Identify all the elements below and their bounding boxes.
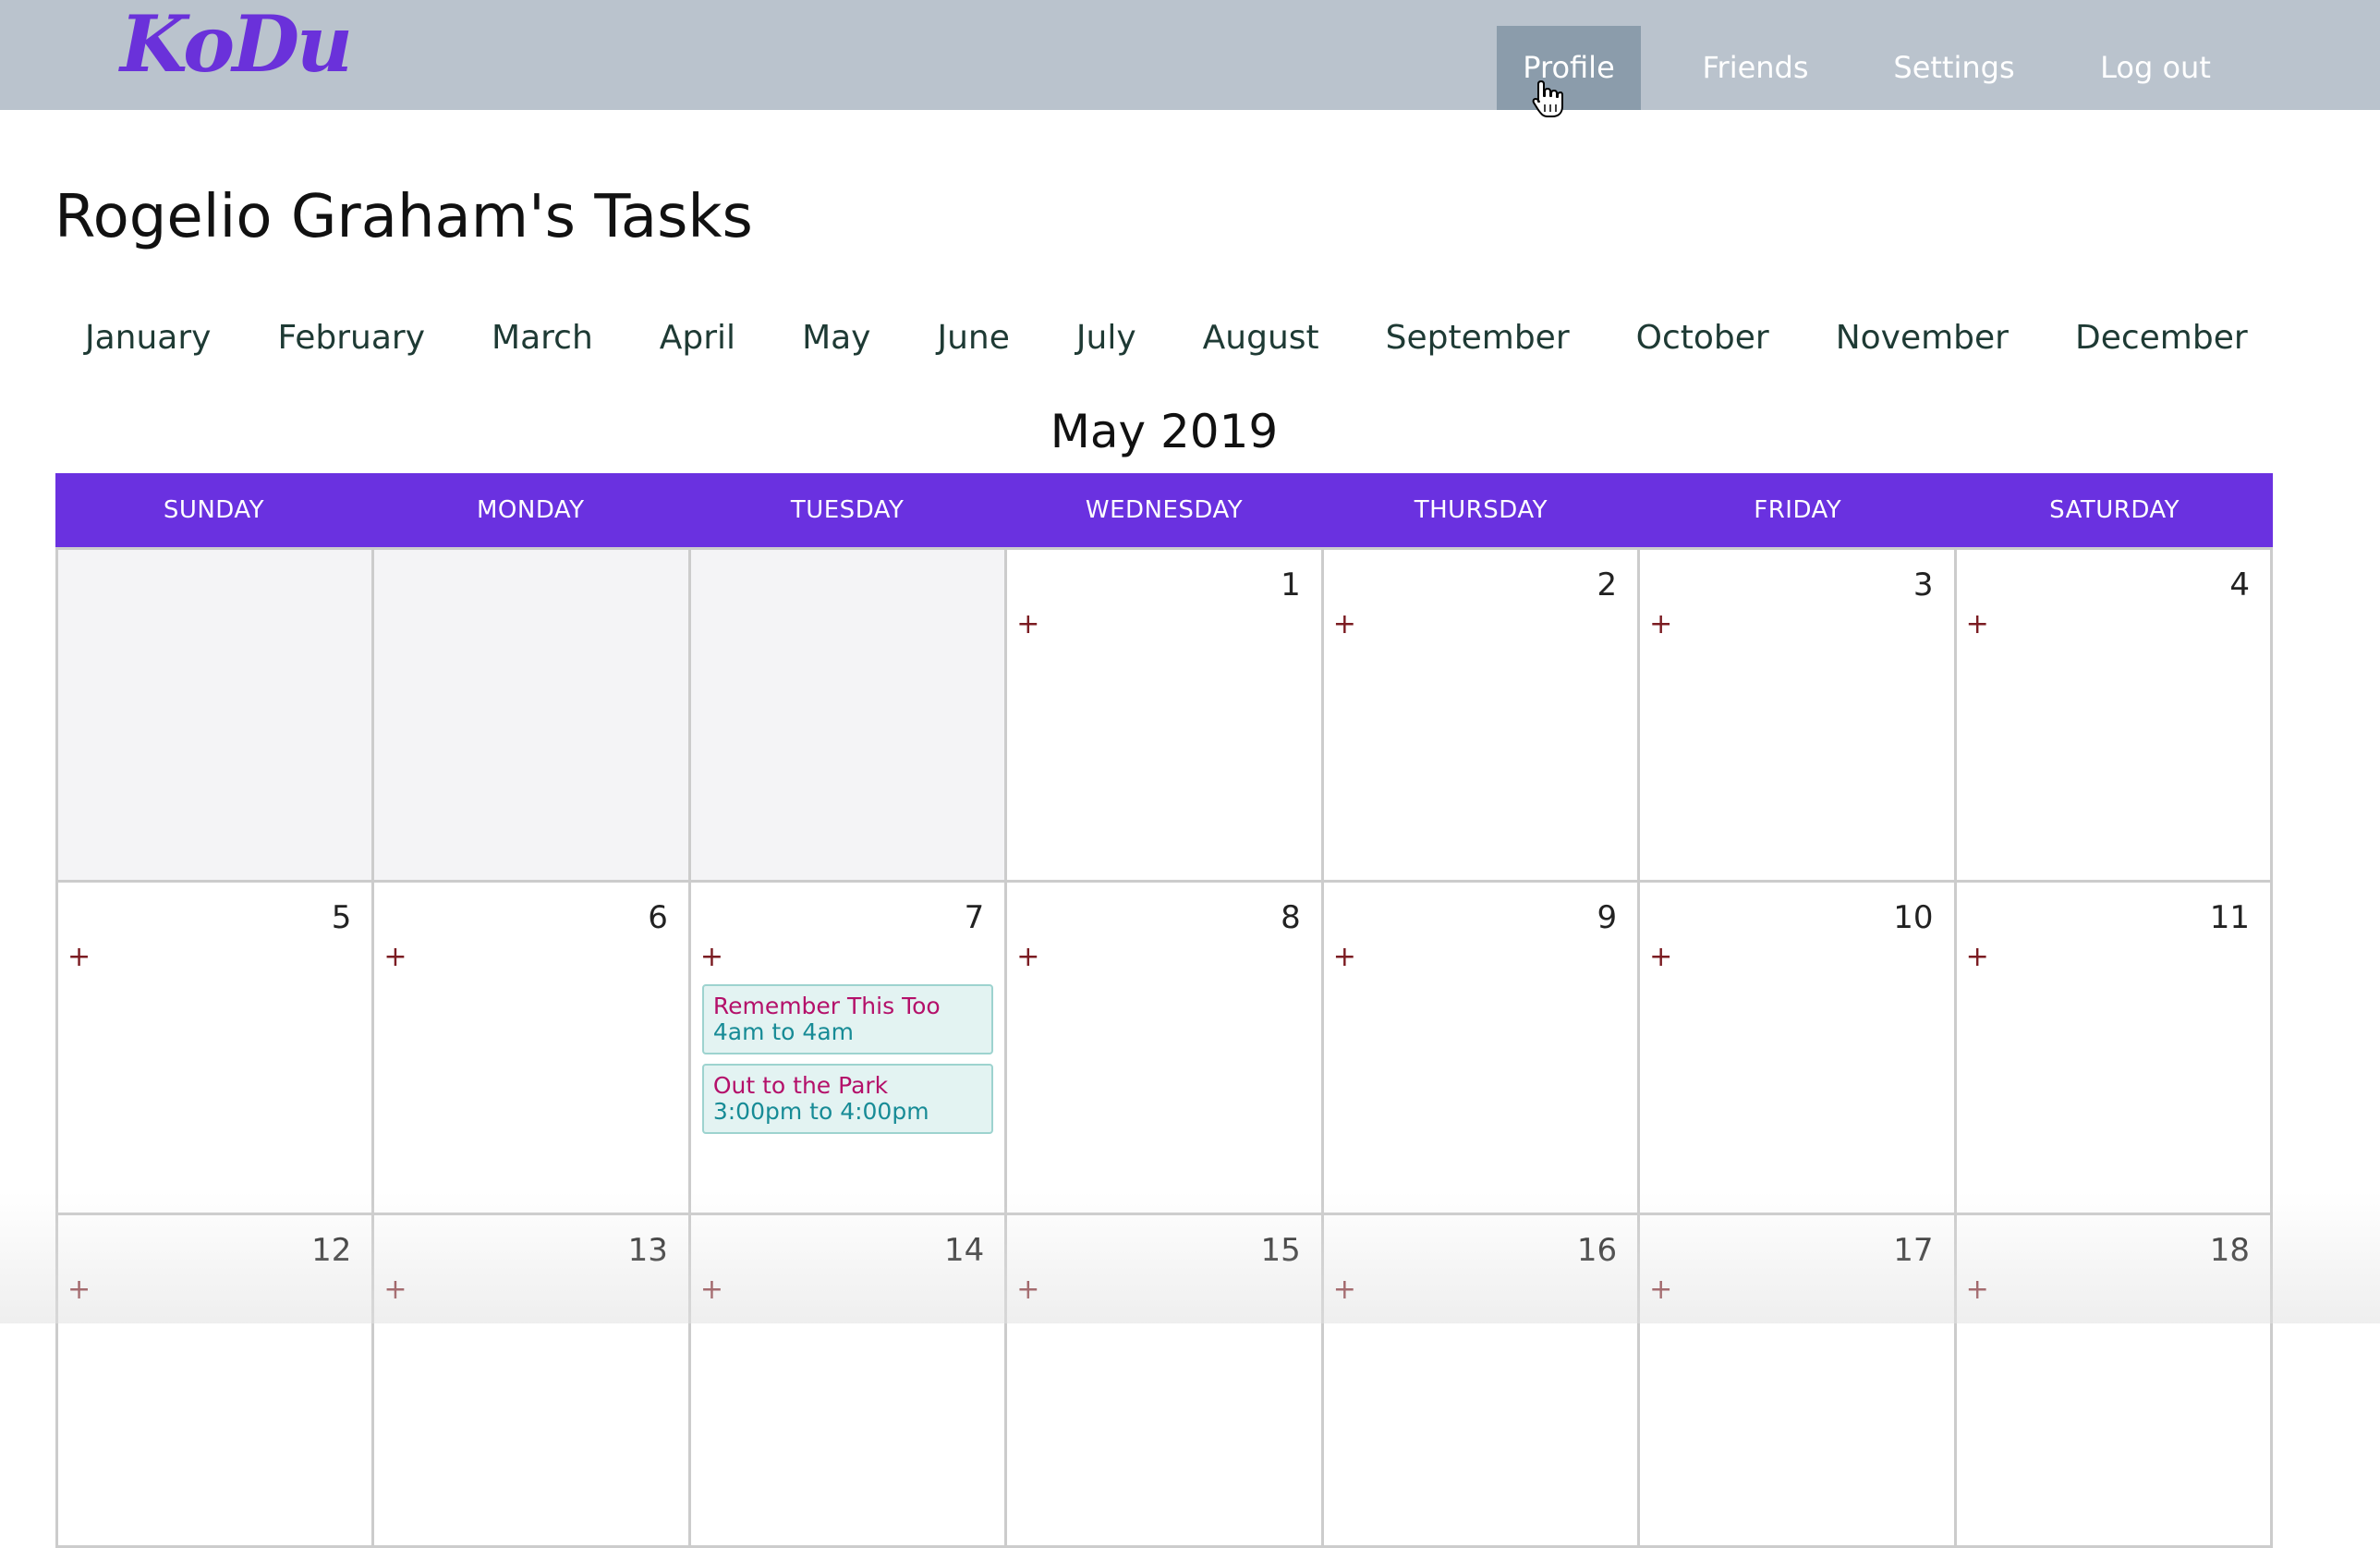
add-task-button[interactable]: + [1966,611,1989,639]
current-month-heading: May 2019 [1050,405,1279,458]
day-cell-12: 12 + [58,1215,375,1548]
day-number: 17 [1893,1232,1934,1269]
weekday-thursday: THURSDAY [1414,496,1548,524]
month-nav: January February March April May June Ju… [85,312,2248,364]
calendar: SUNDAY MONDAY TUESDAY WEDNESDAY THURSDAY… [55,473,2273,1548]
add-task-button[interactable]: + [700,1276,723,1304]
month-link-april[interactable]: April [660,312,735,364]
add-task-button[interactable]: + [700,944,723,971]
add-task-button[interactable]: + [1966,944,1989,971]
day-number: 9 [1597,899,1618,936]
nav-profile[interactable]: Profile [1497,26,1641,110]
hand-cursor-icon [1532,80,1563,117]
day-cell-16: 16 + [1323,1215,1641,1548]
add-task-button[interactable]: + [1966,1276,1989,1304]
day-number: 1 [1281,567,1301,603]
task-title: Remember This Too [712,993,941,1019]
month-link-november[interactable]: November [1836,312,2009,364]
day-cell-10: 10 + [1640,883,1957,1215]
day-number: 8 [1281,899,1301,936]
day-cell-17: 17 + [1640,1215,1957,1548]
weekday-saturday: SATURDAY [2049,496,2180,524]
day-cell-13: 13 + [374,1215,691,1548]
day-cell-3: 3 + [1640,550,1957,883]
task-card[interactable]: Remember This Too 4am to 4am [701,984,994,1054]
page-title: Rogelio Graham's Tasks [55,183,753,251]
day-number: 13 [627,1232,668,1269]
nav-settings[interactable]: Settings [1885,26,2023,110]
month-link-june[interactable]: June [938,312,1010,364]
day-number: 2 [1597,567,1618,603]
day-cell-7: 7 + Remember This Too 4am to 4am Out to the … [690,883,1008,1215]
empty-day-cell [690,550,1008,883]
day-number: 10 [1893,899,1934,936]
day-number: 4 [2229,567,2250,603]
day-number: 18 [2209,1232,2250,1269]
add-task-button[interactable]: + [383,1276,407,1304]
task-time: 4am to 4am [712,1018,854,1045]
day-number: 7 [964,899,985,936]
day-number: 14 [944,1232,985,1269]
task-title: Out to the Park [712,1072,889,1099]
day-number: 16 [1576,1232,1618,1269]
empty-day-cell [58,550,375,883]
add-task-button[interactable]: + [383,944,407,971]
day-cell-18: 18 + [1956,1215,2273,1548]
weekday-header: SUNDAY MONDAY TUESDAY WEDNESDAY THURSDAY… [55,473,2273,547]
nav-friends[interactable]: Friends [1682,26,1829,110]
add-task-button[interactable]: + [1649,944,1672,971]
day-cell-1: 1 + [1007,550,1324,883]
add-task-button[interactable]: + [1333,944,1356,971]
weekday-monday: MONDAY [476,496,585,524]
weekday-sunday: SUNDAY [163,496,265,524]
month-link-february[interactable]: February [277,312,425,364]
month-link-may[interactable]: May [802,312,870,364]
task-list: Remember This Too 4am to 4am Out to the Pa… [701,984,994,1143]
month-link-september[interactable]: September [1386,312,1570,364]
day-cell-8: 8 + [1007,883,1324,1215]
add-task-button[interactable]: + [1016,611,1039,639]
weekday-wednesday: WEDNESDAY [1085,496,1244,524]
weekday-tuesday: TUESDAY [790,496,905,524]
month-link-january[interactable]: January [85,312,211,364]
add-task-button[interactable]: + [1016,1276,1039,1304]
month-link-october[interactable]: October [1636,312,1769,364]
day-cell-5: 5 + [58,883,375,1215]
day-cell-4: 4 + [1956,550,2273,883]
day-number: 12 [311,1232,352,1269]
top-navbar: KoDu Profile Friends Settings Log out [0,0,2380,110]
add-task-button[interactable]: + [67,1276,91,1304]
add-task-button[interactable]: + [1016,944,1039,971]
add-task-button[interactable]: + [67,944,91,971]
add-task-button[interactable]: + [1333,611,1356,639]
nav-logout[interactable]: Log out [2079,26,2232,110]
day-number: 6 [648,899,668,936]
calendar-grid: 1 +2 +3 +4 +5 +6 +7 + Remember This Too 4am to 4a… [55,547,2273,1548]
task-time: 3:00pm to 4:00pm [712,1098,929,1125]
day-cell-6: 6 + [374,883,691,1215]
day-cell-11: 11 + [1956,883,2273,1215]
month-link-march[interactable]: March [492,312,593,364]
weekday-friday: FRIDAY [1754,496,1842,524]
day-cell-2: 2 + [1323,550,1641,883]
day-cell-14: 14 + [690,1215,1008,1548]
day-number: 5 [331,899,352,936]
task-card[interactable]: Out to the Park 3:00pm to 4:00pm [701,1064,994,1134]
day-number: 3 [1912,567,1934,603]
add-task-button[interactable]: + [1649,611,1672,639]
add-task-button[interactable]: + [1333,1276,1356,1304]
day-cell-15: 15 + [1007,1215,1324,1548]
day-cell-9: 9 + [1323,883,1641,1215]
month-link-july[interactable]: July [1076,312,1136,364]
kodu-logo[interactable]: KoDu [120,0,353,89]
day-number: 11 [2209,899,2250,936]
empty-day-cell [374,550,691,883]
add-task-button[interactable]: + [1649,1276,1672,1304]
day-number: 15 [1260,1232,1301,1269]
month-link-august[interactable]: August [1203,312,1319,364]
month-link-december[interactable]: December [2075,312,2248,364]
